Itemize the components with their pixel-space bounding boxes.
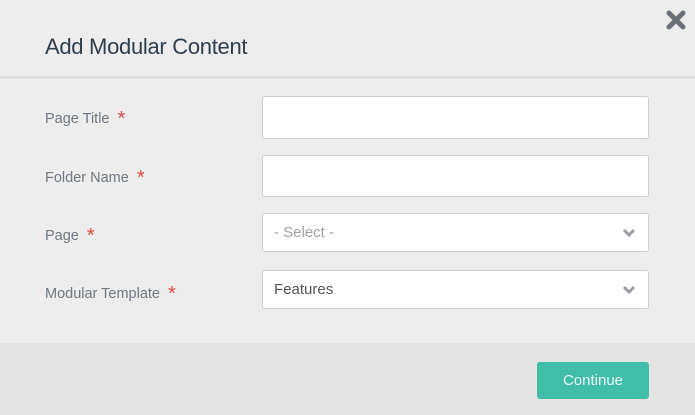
close-icon[interactable] [664, 8, 688, 32]
page-title-label: Page Title * [45, 108, 126, 130]
modular-template-value: Features [274, 281, 334, 298]
page-select-value: - Select - [274, 224, 335, 241]
modular-template-select[interactable]: Features [262, 270, 649, 309]
chevron-down-icon [622, 285, 636, 294]
page-label: Page * [45, 225, 95, 247]
required-icon: * [136, 167, 145, 189]
continue-button[interactable]: Continue [537, 362, 649, 399]
chevron-down-icon [622, 228, 636, 237]
header-divider [0, 76, 695, 79]
dialog-title: Add Modular Content [45, 34, 248, 59]
required-icon: * [117, 108, 126, 130]
page-title-input[interactable] [262, 96, 649, 139]
page-select[interactable]: - Select - [262, 213, 649, 252]
required-icon: * [86, 225, 95, 247]
modular-template-label: Modular Template * [45, 283, 176, 305]
required-icon: * [168, 283, 176, 305]
folder-name-label: Folder Name * [45, 167, 145, 189]
folder-name-input[interactable] [262, 155, 649, 197]
